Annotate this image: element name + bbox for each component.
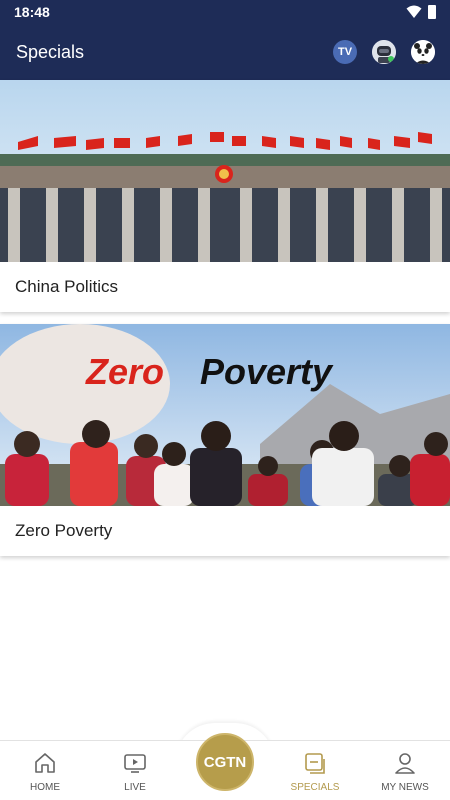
nav-live-label: LIVE <box>124 782 146 793</box>
nav-my-news-label: MY NEWS <box>381 782 429 793</box>
card-title: China Politics <box>15 277 118 296</box>
status-bar: 18:48 <box>0 0 450 24</box>
great-hall-image <box>0 80 450 262</box>
nav-specials[interactable]: SPECIALS <box>270 741 360 800</box>
tv-button[interactable]: TV <box>333 40 357 64</box>
zero-poverty-image: Zero Poverty <box>0 324 450 506</box>
play-icon <box>124 754 146 773</box>
specials-screen: 18:48 Specials TV China Politics Zero Po… <box>0 0 450 800</box>
card-title: Zero Poverty <box>15 521 113 540</box>
specials-icon <box>305 753 325 774</box>
app-header: 18:48 Specials TV <box>0 0 450 80</box>
panda-icon <box>411 40 435 64</box>
panda-avatar-button[interactable] <box>411 40 435 64</box>
status-time: 18:48 <box>14 4 50 20</box>
cgtn-home-button[interactable]: CGTN <box>196 733 254 791</box>
wifi-icon <box>406 5 422 18</box>
page-title: Specials <box>16 42 85 62</box>
battery-icon <box>428 5 436 19</box>
nav-specials-label: SPECIALS <box>290 782 340 793</box>
special-card-zero-poverty[interactable]: Zero Poverty Zero Poverty <box>0 324 450 556</box>
nav-live[interactable]: LIVE <box>90 741 180 800</box>
robot-icon <box>372 40 396 64</box>
home-icon <box>35 753 55 773</box>
banner-poverty-text: Poverty <box>200 351 334 392</box>
banner-zero-text: Zero <box>85 351 164 392</box>
nav-home[interactable]: HOME <box>0 741 90 800</box>
person-icon <box>395 753 415 774</box>
special-card-china-politics[interactable]: China Politics <box>0 80 450 312</box>
nav-my-news[interactable]: MY NEWS <box>360 741 450 800</box>
nav-home-label: HOME <box>30 782 60 793</box>
robot-avatar-button[interactable] <box>372 40 396 64</box>
